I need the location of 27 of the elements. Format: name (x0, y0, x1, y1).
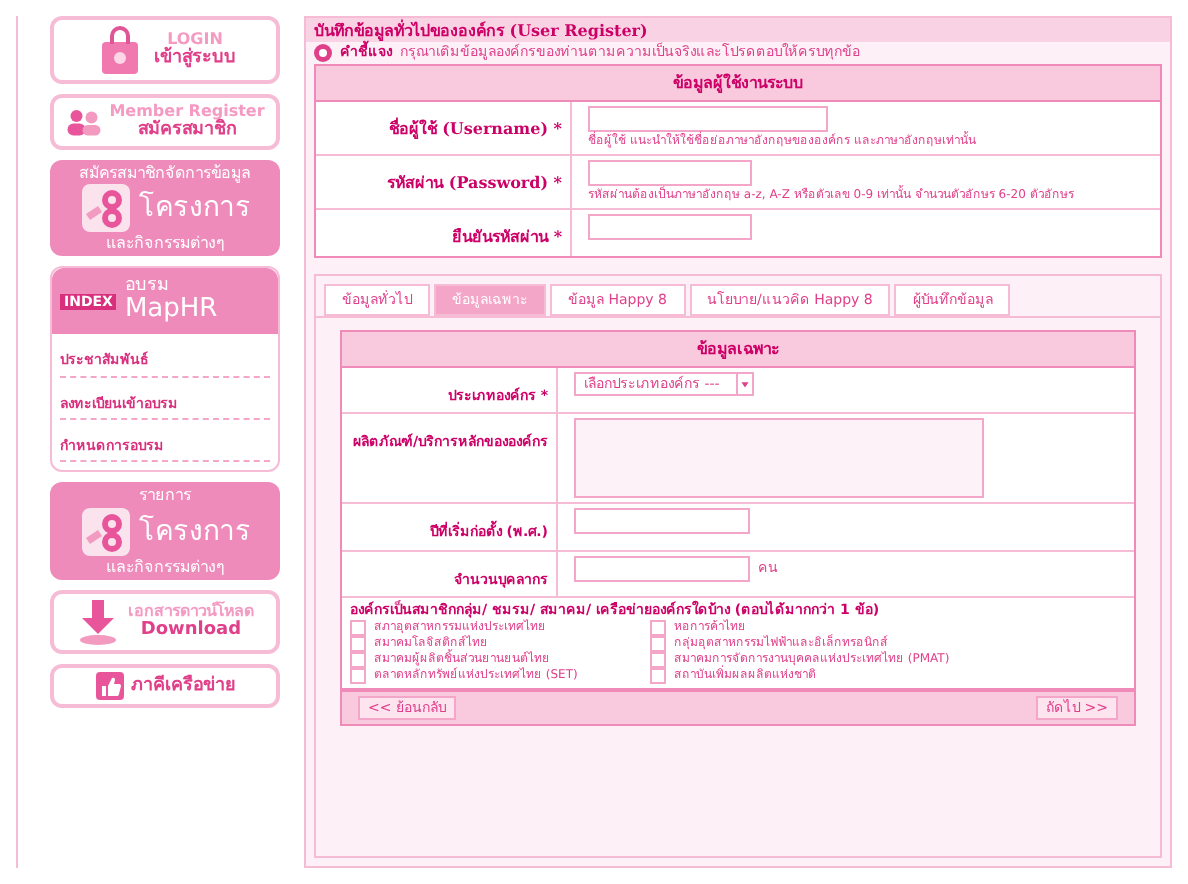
promo-banner[interactable]: สมัครสมาชิกจัดการข้อมูล โครงการ และกิจกรรมต่างๆ (50, 159, 280, 256)
button-label: เข้าสู่ระบบ (154, 48, 236, 70)
banner-subtitle: และกิจกรรมต่างๆ (106, 557, 224, 576)
field-label: ยืนยันรหัสผ่าน * (452, 226, 562, 247)
training-heading: MapHR (124, 296, 218, 327)
sidebar-button[interactable]: Member Register สมัครสมาชิก (50, 94, 280, 150)
section-header: ข้อมูลผู้ใช้งานระบบ (316, 66, 1160, 103)
panel-title: บันทึกข้อมูลทั่วไปขององค์กร (User Register) (306, 18, 1170, 42)
banner-subtitle: และกิจกรรมต่างๆ (106, 233, 224, 252)
training-title: อบรม (124, 275, 171, 297)
field-label: ชื่อผู้ใช้ (Username) * (388, 118, 562, 139)
button-label: เอกสารดาวน์โหลด (128, 601, 254, 620)
banner-title: รายการ (139, 486, 191, 506)
field-label: รหัสผ่าน (Password) * (387, 172, 562, 193)
promo-banner[interactable]: รายการ โครงการ และกิจกรรมต่างๆ (50, 482, 280, 580)
sidebar-button[interactable]: LOGIN เข้าสู่ระบบ (50, 16, 280, 84)
button-label: LOGIN (167, 30, 223, 49)
sidebar-button[interactable]: ภาคีเครือข่าย (50, 663, 280, 708)
button-label: ภาคีเครือข่าย (131, 675, 235, 696)
button-label: Download (140, 620, 242, 641)
banner-heading: โครงการ (139, 191, 251, 224)
button-label: Member Register (109, 102, 265, 120)
sidebar-button[interactable]: เอกสารดาวน์โหลด Download (50, 589, 280, 654)
banner-title: สมัครสมาชิกจัดการข้อมูล (79, 163, 251, 182)
banner-heading: โครงการ (139, 515, 251, 548)
section-header: ข้อมูลเฉพาะ (342, 331, 1134, 368)
button-label: สมัครสมาชิก (138, 120, 236, 142)
